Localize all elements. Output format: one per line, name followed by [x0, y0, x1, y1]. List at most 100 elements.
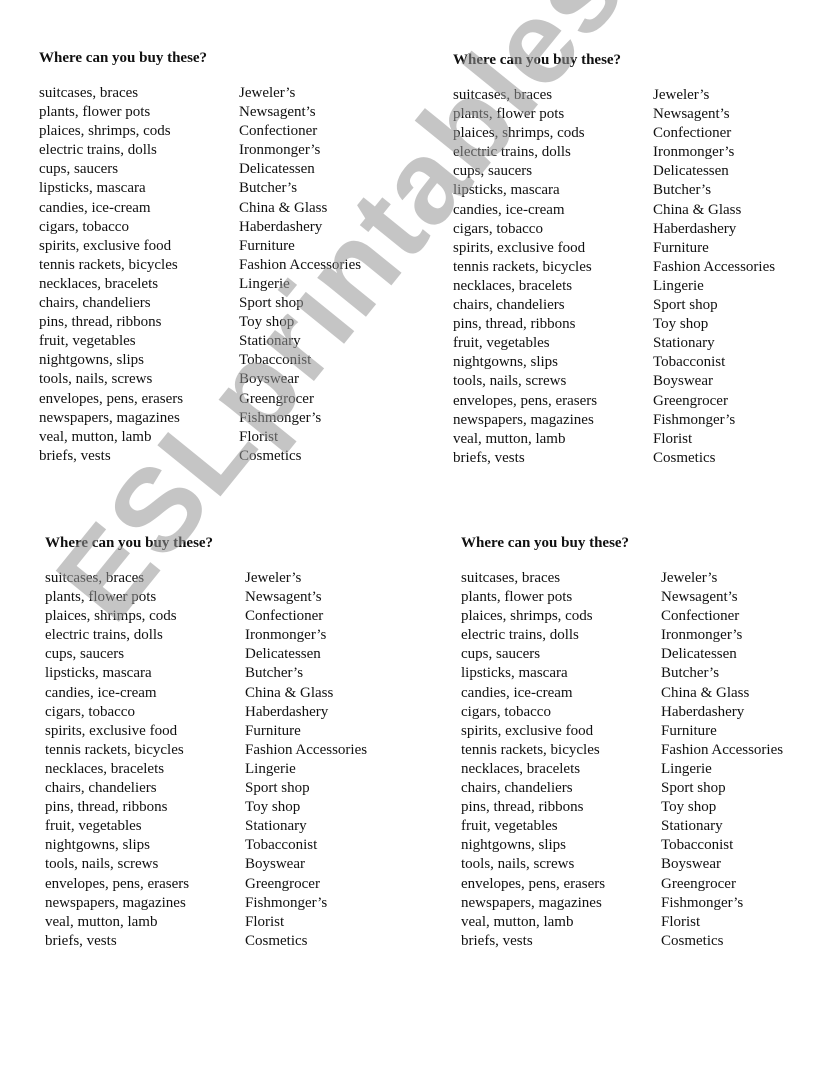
item-text: candies, ice-cream [39, 199, 151, 216]
item-text: nightgowns, slips [453, 354, 559, 371]
item-text: suitcases, braces [39, 85, 139, 101]
item-text: tennis rackets, bicycles [461, 741, 600, 758]
item-text: lipsticks, mascara [461, 665, 568, 682]
worksheet-block-bottom-left: Where can you buy these? suitcases, brace… [45, 535, 367, 951]
item-text: candies, ice-cream [461, 684, 573, 701]
worksheet-row: tennis rackets, bicycles Fashion Accessor… [39, 256, 361, 275]
item-text: tools, nails, screws [453, 373, 567, 390]
worksheet-row: newspapers, magazines Fishmonger’s [453, 411, 775, 430]
shop-text: Cosmetics [653, 449, 716, 466]
shop-text: China & Glass [245, 684, 334, 701]
worksheet-row: lipsticks, mascara Butcher’s [39, 179, 361, 198]
item-text: envelopes, pens, erasers [453, 392, 598, 409]
shop-text: Sport shop [245, 780, 310, 797]
item-text: plants, flower pots [39, 104, 151, 121]
worksheet-row: cups, saucers Delicatessen [39, 160, 361, 179]
worksheet-row: cups, saucers Delicatessen [461, 645, 783, 664]
item-text: briefs, vests [45, 932, 117, 949]
shop-text: Confectioner [653, 125, 732, 142]
item-text: necklaces, bracelets [453, 277, 573, 294]
shop-text: Jeweler’s [245, 570, 302, 586]
item-text: plaices, shrimps, cods [453, 125, 585, 142]
worksheet-row: chairs, chandeliers Sport shop [45, 779, 367, 798]
item-text: cups, saucers [39, 161, 119, 178]
item-text: nightgowns, slips [45, 837, 151, 854]
shop-text: Cosmetics [239, 447, 302, 464]
worksheet-row: fruit, vegetables Stationary [39, 332, 361, 351]
shop-text: Haberdashery [653, 220, 737, 237]
item-text: plaices, shrimps, cods [39, 123, 171, 140]
worksheet-row: cigars, tobacco Haberdashery [45, 703, 367, 722]
shop-text: Tobacconist [661, 837, 734, 854]
shop-text: Tobacconist [245, 837, 318, 854]
worksheet-row: tennis rackets, bicycles Fashion Accessor… [453, 258, 775, 277]
shop-text: Fishmonger’s [661, 894, 744, 911]
shop-text: China & Glass [661, 684, 750, 701]
item-text: pins, thread, ribbons [461, 799, 584, 816]
worksheet-title: Where can you buy these? [453, 52, 622, 68]
item-text: envelopes, pens, erasers [45, 875, 190, 892]
item-text: electric trains, dolls [39, 142, 157, 159]
shop-text: Butcher’s [239, 180, 298, 197]
worksheet-row: necklaces, bracelets Lingerie [461, 760, 783, 779]
item-text: lipsticks, mascara [453, 182, 560, 199]
worksheet-row: newspapers, magazines Fishmonger’s [461, 894, 783, 913]
item-text: chairs, chandeliers [461, 780, 573, 797]
shop-text: Ironmonger’s [661, 627, 743, 644]
shop-text: Butcher’s [661, 665, 720, 682]
worksheet-row: veal, mutton, lamb Florist [39, 428, 361, 447]
shop-text: Furniture [661, 722, 717, 739]
item-text: nightgowns, slips [39, 352, 145, 369]
worksheet-block-bottom-right: Where can you buy these? suitcases, brace… [461, 535, 783, 951]
worksheet-row: newspapers, magazines Fishmonger’s [45, 894, 367, 913]
shop-text: Stationary [653, 335, 715, 352]
worksheet-row: lipsticks, mascara Butcher’s [453, 181, 775, 200]
item-text: suitcases, braces [45, 570, 145, 586]
shop-text: Florist [245, 913, 285, 930]
worksheet-row: necklaces, bracelets Lingerie [45, 760, 367, 779]
shop-text: Furniture [653, 239, 709, 256]
shop-text: Stationary [239, 333, 301, 350]
shop-text: Stationary [661, 818, 723, 835]
item-text: electric trains, dolls [461, 627, 579, 644]
shop-text: Fishmonger’s [245, 894, 328, 911]
worksheet-row: chairs, chandeliers Sport shop [461, 779, 783, 798]
worksheet-row: necklaces, bracelets Lingerie [453, 277, 775, 296]
worksheet-row: envelopes, pens, erasers Greengrocer [453, 392, 775, 411]
shop-text: Florist [661, 913, 701, 930]
shop-text: Greengrocer [653, 392, 728, 409]
worksheet-row: plaices, shrimps, cods Confectioner [45, 607, 367, 626]
shop-text: Fishmonger’s [653, 411, 736, 428]
item-text: necklaces, bracelets [461, 760, 581, 777]
shop-text: Lingerie [239, 275, 290, 292]
worksheet-row: necklaces, bracelets Lingerie [39, 275, 361, 294]
worksheet-title: Where can you buy these? [461, 535, 630, 551]
item-text: nightgowns, slips [461, 837, 567, 854]
worksheet-row: suitcases, braces Jeweler’s [39, 84, 361, 103]
shop-text: Fashion Accessories [245, 741, 368, 758]
item-text: spirits, exclusive food [45, 722, 178, 739]
item-text: electric trains, dolls [453, 144, 571, 161]
item-text: cups, saucers [45, 646, 125, 663]
shop-text: Newsagent’s [661, 589, 738, 606]
shop-text: Newsagent’s [653, 106, 730, 123]
item-text: tools, nails, screws [45, 856, 159, 873]
shop-text: Boyswear [653, 373, 713, 390]
worksheet-row: veal, mutton, lamb Florist [45, 913, 367, 932]
item-text: candies, ice-cream [453, 201, 565, 218]
worksheet-row: lipsticks, mascara Butcher’s [461, 664, 783, 683]
worksheet-row: cups, saucers Delicatessen [45, 645, 367, 664]
item-text: tennis rackets, bicycles [453, 258, 592, 275]
shop-text: Boyswear [245, 856, 305, 873]
worksheet-row: pins, thread, ribbons Toy shop [39, 313, 361, 332]
item-text: chairs, chandeliers [45, 780, 157, 797]
shop-text: Stationary [245, 818, 307, 835]
item-text: fruit, vegetables [45, 818, 142, 835]
item-text: plants, flower pots [45, 589, 157, 606]
shop-text: Confectioner [661, 608, 740, 625]
shop-text: Ironmonger’s [653, 144, 735, 161]
shop-text: Haberdashery [239, 218, 323, 235]
worksheet-row: envelopes, pens, erasers Greengrocer [45, 875, 367, 894]
worksheet-row: newspapers, magazines Fishmonger’s [39, 409, 361, 428]
worksheet-row: electric trains, dolls Ironmonger’s [453, 143, 775, 162]
